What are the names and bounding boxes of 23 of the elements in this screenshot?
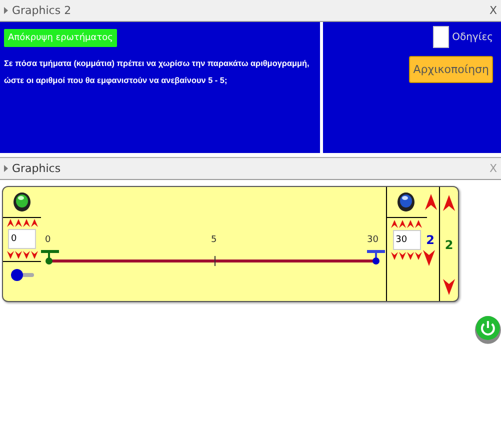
end-input[interactable]: 30 xyxy=(392,230,421,250)
reset-button[interactable]: Αρχικοποίηση xyxy=(409,56,493,83)
start-input[interactable]: 0 xyxy=(8,229,36,249)
tick-label: 5 xyxy=(211,235,217,245)
expand-icon[interactable] xyxy=(4,7,8,14)
panel-title: Graphics 2 xyxy=(12,4,72,17)
tick-label: 0 xyxy=(45,235,51,245)
power-button[interactable] xyxy=(475,314,501,344)
ball-icon[interactable] xyxy=(13,192,31,212)
tick-label: 30 xyxy=(367,235,378,245)
checkbox[interactable] xyxy=(433,26,450,48)
close-button[interactable]: X xyxy=(489,4,497,17)
checkbox-label: Οδηγίες xyxy=(452,32,493,42)
segment-count: 2 xyxy=(426,233,434,247)
ball-icon[interactable] xyxy=(397,192,416,212)
expand-icon[interactable] xyxy=(4,165,8,172)
question-text: ώστε οι αριθμοί που θα εμφανιστούν να ανεβαίνουν 5 - 5; xyxy=(4,75,228,87)
up-arrow-icon[interactable] xyxy=(425,194,438,210)
answer-number: 2 xyxy=(444,238,454,252)
question-text: Σε πόσα τμήματα (κομμάτια) πρέπει να χωρίσω την παρακάτω αριθμογραμμή, xyxy=(4,58,310,70)
up-arrow-icon[interactable] xyxy=(443,195,456,211)
down-arrow-icon[interactable] xyxy=(443,279,456,295)
panel-title: Graphics xyxy=(12,162,62,175)
